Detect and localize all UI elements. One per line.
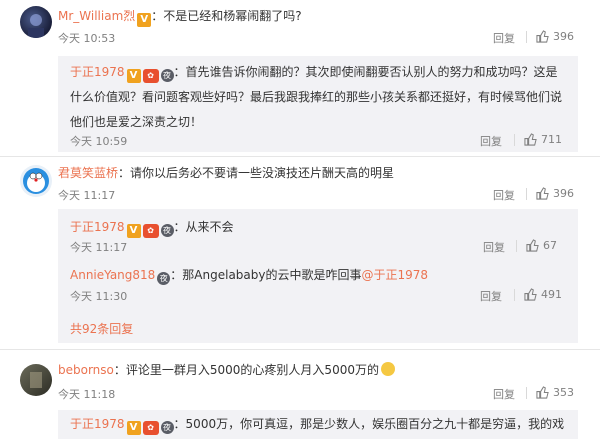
reply-text-content: ：从来不会 bbox=[173, 220, 234, 234]
thumbs-up-icon bbox=[526, 239, 539, 252]
reply-text-line-2: 什么价值观？看问题客观些好吗？最后我跟我捧红的那些小孩关系都还挺好，有时候骂他们… bbox=[70, 90, 563, 104]
avatar-image-icon bbox=[28, 14, 44, 38]
reply-author[interactable]: 于正1978 bbox=[70, 220, 125, 234]
comment-text-line: 君莫笑蓝桥：请你以后务必不要请一些没演技还片酬天高的明星 bbox=[58, 163, 394, 183]
reply-button[interactable]: 回复 bbox=[480, 133, 502, 149]
member-badge-icon: 夜 bbox=[160, 69, 174, 82]
comment-time: 今天 11:18 bbox=[58, 388, 116, 401]
reply-button[interactable]: 回复 bbox=[493, 386, 515, 402]
thumbs-up-icon bbox=[524, 133, 537, 146]
reply-button[interactable]: 回复 bbox=[480, 288, 502, 304]
comment-author[interactable]: Mr_William烈 bbox=[58, 9, 135, 23]
reply-button[interactable]: 回复 bbox=[493, 187, 515, 203]
verified-badge-icon: V bbox=[137, 13, 152, 27]
like-button[interactable]: 353 bbox=[536, 386, 574, 399]
reply-text: 于正1978 V ✿ 夜：从来不会 bbox=[70, 215, 570, 240]
comment-2: 君莫笑蓝桥：请你以后务必不要请一些没演技还片酬天高的明星 今天 11:17 回复… bbox=[0, 157, 600, 347]
like-button[interactable]: 396 bbox=[536, 30, 574, 43]
reply-text-content: ：5000万，你可真逗，那是少数人，娱乐圈百分之九十都是穷逼，我的戏 bbox=[173, 417, 565, 431]
reply-box: 于正1978 V ✿ 夜：首先谁告诉你闹翻的？其次即使闹翻要否认别人的努力和成功吗？这… bbox=[58, 56, 578, 152]
verified-badge-icon: V bbox=[126, 69, 141, 83]
avatar[interactable] bbox=[20, 6, 52, 38]
divider bbox=[514, 289, 515, 301]
reply-time: 今天 11:17 bbox=[70, 241, 128, 254]
reply-box: 于正1978 V ✿ 夜：从来不会 今天 11:17 回复 67 AnnieYang8… bbox=[58, 209, 578, 343]
comment-author[interactable]: bebornso bbox=[58, 363, 114, 377]
vip-badge-icon: ✿ bbox=[142, 69, 159, 83]
avatar[interactable] bbox=[20, 165, 52, 197]
reply-button[interactable]: 回复 bbox=[493, 30, 515, 46]
member-badge-icon: 夜 bbox=[157, 272, 171, 285]
like-button[interactable]: 711 bbox=[524, 133, 562, 146]
comment-text-line: bebornso：评论里一群月入5000的心疼别人月入5000万的 bbox=[58, 360, 395, 380]
like-count: 396 bbox=[553, 30, 574, 43]
vip-badge-icon: ✿ bbox=[142, 421, 159, 435]
thumbs-up-icon bbox=[536, 187, 549, 200]
like-button[interactable]: 396 bbox=[536, 187, 574, 200]
comment-time: 今天 10:53 bbox=[58, 32, 116, 45]
avatar-image-icon bbox=[30, 372, 42, 388]
reply-text-line-3: 他们也是爱之深责之切！ bbox=[70, 115, 203, 129]
mention-link[interactable]: @于正1978 bbox=[362, 268, 429, 282]
reply-author[interactable]: AnnieYang818 bbox=[70, 268, 155, 282]
reply-time: 今天 10:59 bbox=[70, 135, 128, 148]
reply-text: 于正1978 V ✿ 夜：5000万，你可真逗，那是少数人，娱乐圈百分之九十都是穷逼，… bbox=[70, 412, 575, 437]
reply-author[interactable]: 于正1978 bbox=[70, 65, 125, 79]
like-button[interactable]: 67 bbox=[526, 239, 557, 252]
reply-text-content: ：那Angelababy的云中歌是咋回事 bbox=[170, 268, 362, 282]
comment-text-line: Mr_William烈 V ：不是已经和杨幂闹翻了吗? bbox=[58, 6, 302, 27]
like-count: 491 bbox=[541, 288, 562, 301]
thumbs-up-icon bbox=[536, 30, 549, 43]
verified-badge-icon: V bbox=[126, 224, 141, 238]
comment-text: ：请你以后务必不要请一些没演技还片酬天高的明星 bbox=[118, 166, 395, 180]
divider bbox=[526, 188, 527, 200]
reply-button[interactable]: 回复 bbox=[483, 239, 505, 255]
divider bbox=[516, 240, 517, 252]
member-badge-icon: 夜 bbox=[160, 421, 174, 434]
like-count: 353 bbox=[553, 386, 574, 399]
verified-badge-icon: V bbox=[126, 421, 141, 435]
doraemon-avatar-icon bbox=[23, 168, 49, 194]
reply-time: 今天 11:30 bbox=[70, 290, 128, 303]
comment-text: ：不是已经和杨幂闹翻了吗? bbox=[151, 9, 302, 23]
member-badge-icon: 夜 bbox=[160, 224, 174, 237]
smile-emoji-icon bbox=[380, 362, 395, 376]
like-count: 396 bbox=[553, 187, 574, 200]
like-count: 67 bbox=[543, 239, 557, 252]
thumbs-up-icon bbox=[524, 288, 537, 301]
like-button[interactable]: 491 bbox=[524, 288, 562, 301]
reply-author[interactable]: 于正1978 bbox=[70, 417, 125, 431]
reply-text: 于正1978 V ✿ 夜：首先谁告诉你闹翻的？其次即使闹翻要否认别人的努力和成功吗？这… bbox=[70, 60, 570, 135]
comment-author[interactable]: 君莫笑蓝桥 bbox=[58, 166, 118, 180]
reply-text: AnnieYang818 夜：那Angelababy的云中歌是咋回事@于正1978 bbox=[70, 263, 570, 288]
divider bbox=[514, 134, 515, 146]
reply-text-line-1: ：首先谁告诉你闹翻的？其次即使闹翻要否认别人的努力和成功吗？这是 bbox=[173, 65, 558, 79]
comment-time: 今天 11:17 bbox=[58, 189, 116, 202]
vip-badge-icon: ✿ bbox=[142, 224, 159, 238]
comment-1: Mr_William烈 V ：不是已经和杨幂闹翻了吗? 今天 10:53 回复 39… bbox=[0, 0, 600, 155]
reply-box: 于正1978 V ✿ 夜：5000万，你可真逗，那是少数人，娱乐圈百分之九十都是穷逼，… bbox=[58, 410, 578, 439]
divider bbox=[526, 387, 527, 399]
avatar[interactable] bbox=[20, 364, 52, 396]
like-count: 711 bbox=[541, 133, 562, 146]
more-replies-link[interactable]: 共92条回复 bbox=[70, 320, 133, 337]
divider bbox=[526, 31, 527, 43]
comment-3: bebornso：评论里一群月入5000的心疼别人月入5000万的 今天 11:… bbox=[0, 350, 600, 439]
thumbs-up-icon bbox=[536, 386, 549, 399]
comment-text: ：评论里一群月入5000的心疼别人月入5000万的 bbox=[113, 363, 379, 377]
